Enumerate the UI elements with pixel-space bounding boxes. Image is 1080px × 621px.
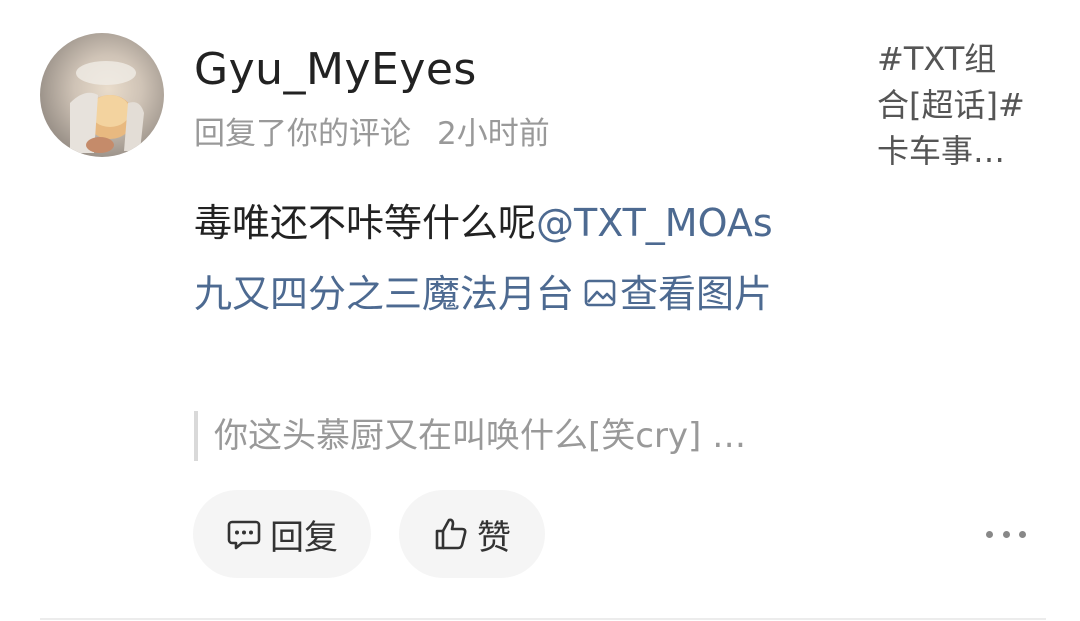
more-dot xyxy=(1002,530,1010,538)
avatar-photo-icon xyxy=(70,61,144,153)
reply-label: 回复 xyxy=(270,517,338,558)
location-link[interactable]: 九又四分之三魔法月台 xyxy=(194,272,574,316)
comment-icon xyxy=(227,520,261,550)
thumbs-up-icon xyxy=(435,518,467,550)
divider xyxy=(40,618,1046,620)
username[interactable]: Gyu_MyEyes xyxy=(194,42,477,98)
more-dots-icon[interactable] xyxy=(986,520,1026,548)
notification-meta: 回复了你的评论 2小时前 xyxy=(194,112,550,156)
action-text: 回复了你的评论 xyxy=(194,116,411,152)
like-button[interactable]: 赞 xyxy=(399,490,545,578)
image-icon xyxy=(584,279,616,307)
comment-body: 毒唯还不咔等什么呢@TXT_MOAs 九又四分之三魔法月台 查看图片 xyxy=(194,188,844,330)
like-label: 赞 xyxy=(477,517,511,558)
reply-button[interactable]: 回复 xyxy=(193,490,371,578)
more-dot xyxy=(986,530,993,538)
timestamp: 2小时前 xyxy=(437,116,550,152)
mention-link[interactable]: @TXT_MOAs xyxy=(536,201,773,245)
view-image-link[interactable]: 查看图片 xyxy=(574,272,772,316)
more-dot xyxy=(1019,530,1026,538)
quoted-comment[interactable]: 你这头慕厨又在叫唤什么[笑cry] … xyxy=(194,411,854,461)
avatar[interactable] xyxy=(40,33,164,157)
comment-text: 毒唯还不咔等什么呢 xyxy=(194,201,537,245)
view-image-label: 查看图片 xyxy=(620,272,773,316)
topic-tag[interactable]: #TXT组 合[超话]# 卡车事… xyxy=(877,36,1047,174)
